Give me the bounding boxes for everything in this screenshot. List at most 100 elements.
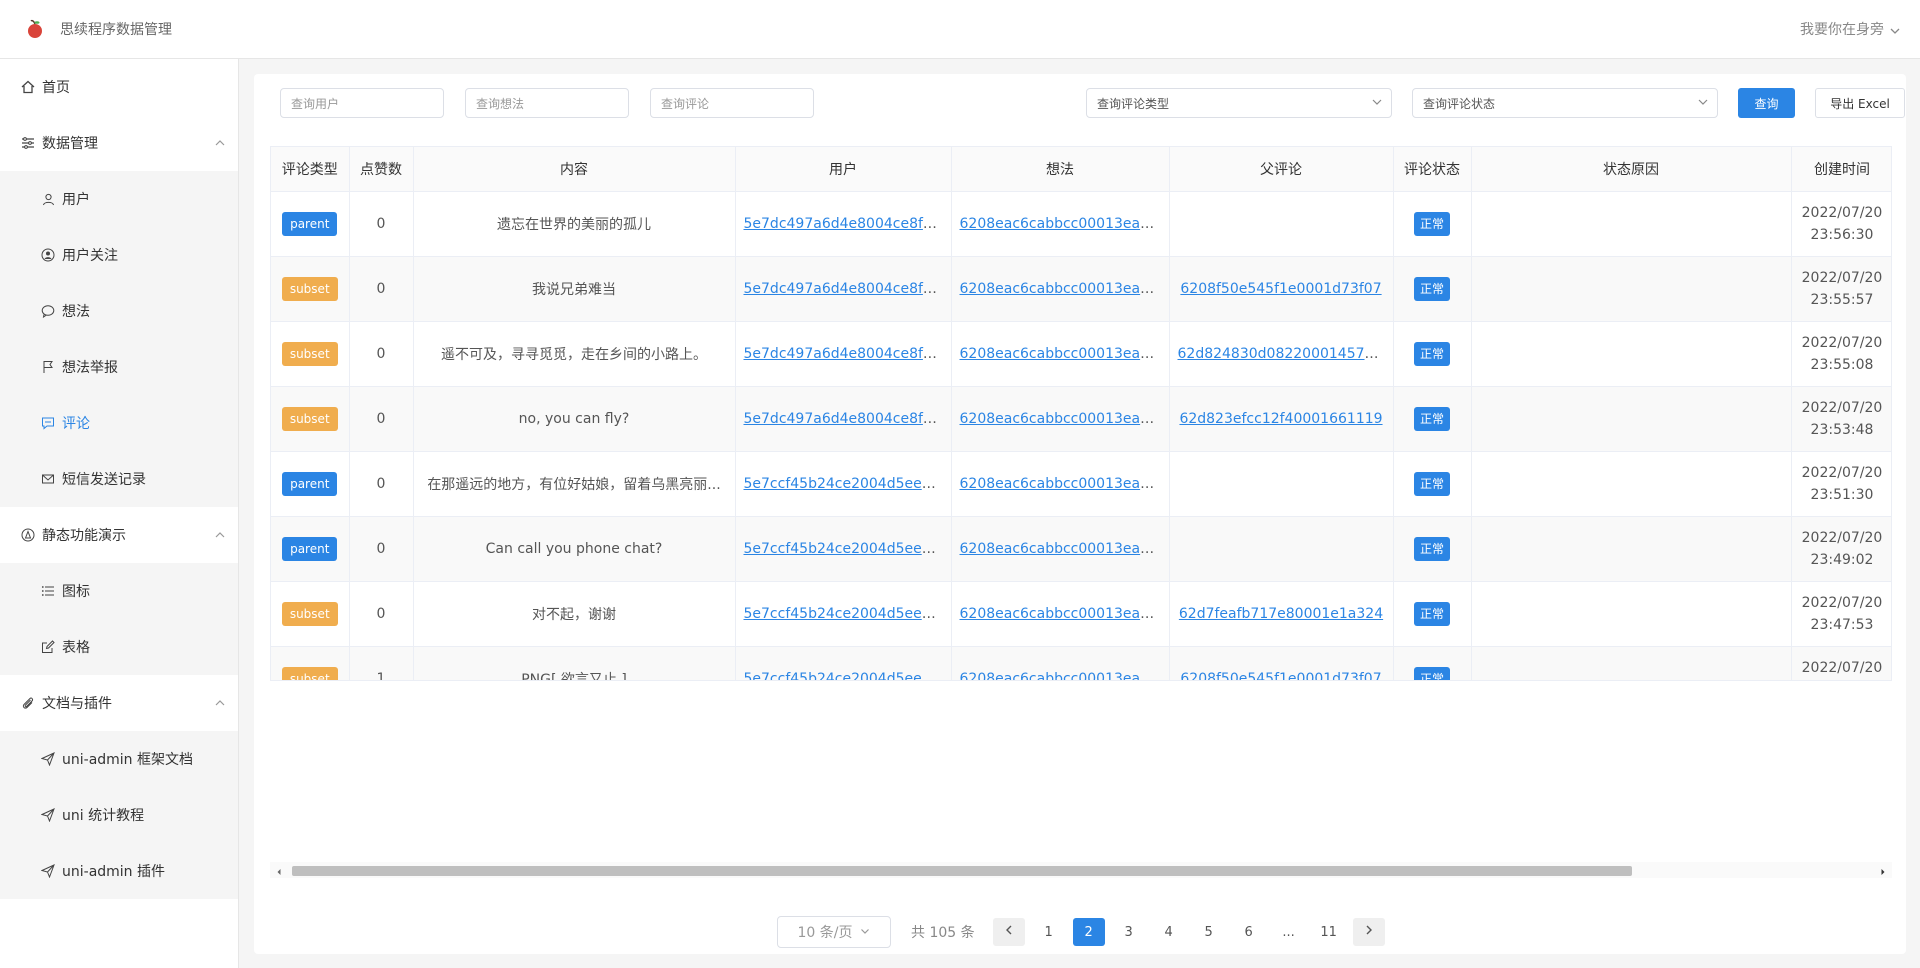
content-cell: Can call you phone chat? [413,516,736,582]
status-cell: 正常 [1393,451,1472,517]
user-link[interactable]: 5e7ccf45b24ce2004d5ee818 [744,541,949,557]
reason-cell [1471,451,1792,517]
status-cell: 正常 [1393,256,1472,322]
page-number-button[interactable]: 6 [1233,918,1265,946]
created-time-cell: 2022/07/20 23:49:02 [1791,516,1891,582]
likes-cell: 0 [349,516,414,582]
created-time: 23:53:48 [1810,421,1874,438]
query-button[interactable]: 查询 [1738,88,1795,118]
parent-comment-link[interactable]: 6208f50e545f1e0001d73f07 [1180,281,1381,297]
export-excel-button[interactable]: 导出 Excel [1815,88,1905,118]
user-link[interactable]: 5e7dc497a6d4e8004ce8f5df [744,216,946,232]
sidebar-item-home[interactable]: 首页 [0,59,238,115]
sidebar-item-tables[interactable]: 表格 [0,619,238,675]
parent-cell: 6208f50e545f1e0001d73f07 [1169,646,1394,681]
sidebar-item-uni-stats-tutorial[interactable]: uni 统计教程 [0,787,238,843]
sidebar-item-uni-admin-plugins[interactable]: uni-admin 插件 [0,843,238,899]
parent-comment-link[interactable]: 62d823efcc12f40001661119 [1179,411,1382,427]
user-link[interactable]: 5e7ccf45b24ce2004d5ee818 [744,671,949,681]
content-cell: 我说兄弟难当 [413,256,736,322]
parent-cell: 62d823efcc12f40001661119 [1169,386,1394,452]
thought-cell: 6208eac6cabbcc00013ea9b6 [951,451,1170,517]
thought-cell: 6208eac6cabbcc00013ea9b6 [951,256,1170,322]
sidebar-group-static-demo[interactable]: 静态功能演示 [0,507,238,563]
content-cell: 对不起，谢谢 [413,581,736,647]
next-page-button[interactable] [1352,918,1385,946]
parent-cell: 6208f50e545f1e0001d73f07 [1169,256,1394,322]
sidebar-item-thought-reports[interactable]: 想法举报 [0,339,238,395]
sidebar-item-sms-records[interactable]: 短信发送记录 [0,451,238,507]
chevron-up-icon [214,529,226,541]
sidebar-submenu-docs-plugins: uni-admin 框架文档 uni 统计教程 uni-admin 插件 [0,731,238,899]
content-cell: 在那遥远的地方，有位好姑娘，留着乌黑亮丽... [413,451,736,517]
status-badge: 正常 [1413,471,1450,496]
user-cell: 5e7dc497a6d4e8004ce8f5df [735,256,952,322]
thought-link[interactable]: 6208eac6cabbcc00013ea9b6 [960,606,1167,622]
sidebar-item-users[interactable]: 用户 [0,171,238,227]
scroll-right-icon[interactable] [1878,865,1888,875]
comment-type-select[interactable]: 查询评论类型 [1086,88,1392,118]
parent-comment-link[interactable]: 62d7feafb717e80001e1a324 [1179,606,1383,622]
sidebar-item-label: 评论 [62,416,90,432]
comment-status-select[interactable]: 查询评论状态 [1412,88,1718,118]
parent-comment-link[interactable]: 6208f50e545f1e0001d73f07 [1180,671,1381,681]
chevron-up-icon [214,137,226,149]
status-cell: 正常 [1393,516,1472,582]
chevron-up-icon [214,697,226,709]
total-count: 共 105 条 [911,925,975,941]
page-size-select[interactable]: 10 条/页 [777,916,891,948]
type-cell: parent [271,516,350,582]
column-header: 评论类型 [271,147,350,192]
status-badge: 正常 [1413,666,1450,680]
pagination: 10 条/页 共 105 条 1 2 3 4 5 6... 11 [777,916,1389,948]
horizontal-scrollbar[interactable] [270,862,1892,878]
page-number-button[interactable]: 4 [1153,918,1185,946]
thought-link[interactable]: 6208eac6cabbcc00013ea9b6 [960,411,1167,427]
user-search-input[interactable]: 查询用户 [280,88,444,118]
user-link[interactable]: 5e7dc497a6d4e8004ce8f5df [744,346,946,362]
list-icon [40,583,56,599]
sidebar-item-comments[interactable]: 评论 [0,395,238,451]
user-menu[interactable]: 我要你在身旁 [1800,19,1900,39]
user-link[interactable]: 5e7ccf45b24ce2004d5ee818 [744,476,949,492]
sidebar-item-label: uni 统计教程 [62,808,145,824]
thought-link[interactable]: 6208eac6cabbcc00013ea9b6 [960,216,1167,232]
scroll-left-icon[interactable] [274,865,284,875]
user-link[interactable]: 5e7dc497a6d4e8004ce8f5df [744,411,946,427]
thought-link[interactable]: 6208eac6cabbcc00013ea9b6 [960,671,1167,681]
page-number-button[interactable]: 2 [1072,918,1105,946]
scrollbar-thumb[interactable] [292,866,1632,876]
sidebar-group-docs-plugins[interactable]: 文档与插件 [0,675,238,731]
reason-cell [1471,191,1792,257]
page-number-button[interactable]: 3 [1113,918,1145,946]
created-time-cell: 2022/07/20 23:47:53 [1791,581,1891,647]
brand[interactable]: 思续程序数据管理 [24,18,172,40]
page-number-button[interactable]: 5 [1193,918,1225,946]
sidebar-item-icons[interactable]: 图标 [0,563,238,619]
sidebar-item-user-follow[interactable]: 用户关注 [0,227,238,283]
user-link[interactable]: 5e7ccf45b24ce2004d5ee818 [744,606,949,622]
likes-cell: 0 [349,386,414,452]
sidebar-item-thoughts[interactable]: 想法 [0,283,238,339]
parent-comment-link[interactable]: 62d824830d08220001457092 [1178,346,1392,362]
created-time-cell: 2022/07/20 23:51:30 [1791,451,1891,517]
status-cell: 正常 [1393,646,1472,680]
page-number-button[interactable]: 11 [1313,918,1345,946]
thought-link[interactable]: 6208eac6cabbcc00013ea9b6 [960,476,1167,492]
page-number-button[interactable]: 1 [1033,918,1065,946]
sidebar-group-data-management[interactable]: 数据管理 [0,115,238,171]
page-ellipsis: ... [1282,924,1295,940]
thought-link[interactable]: 6208eac6cabbcc00013ea9b6 [960,281,1167,297]
thought-link[interactable]: 6208eac6cabbcc00013ea9b6 [960,346,1167,362]
sidebar-item-uni-admin-docs[interactable]: uni-admin 框架文档 [0,731,238,787]
thought-cell: 6208eac6cabbcc00013ea9b6 [951,581,1170,647]
thought-cell: 6208eac6cabbcc00013ea9b6 [951,191,1170,257]
prev-page-button[interactable] [992,918,1025,946]
table-header-row: 评论类型 点赞数 内容 用户 想法 父评论 评论状态 状态原因 创建时间 [271,147,1891,192]
comment-search-input[interactable]: 查询评论 [650,88,814,118]
user-circle-icon [40,247,56,263]
user-link[interactable]: 5e7dc497a6d4e8004ce8f5df [744,281,946,297]
thought-link[interactable]: 6208eac6cabbcc00013ea9b6 [960,541,1167,557]
thought-search-input[interactable]: 查询想法 [465,88,629,118]
created-time: 23:55:08 [1810,356,1874,373]
